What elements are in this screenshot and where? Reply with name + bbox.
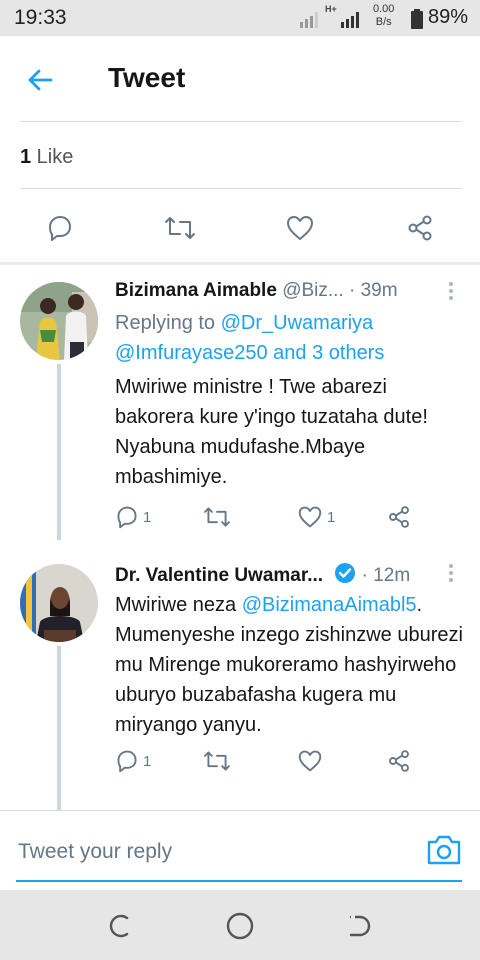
battery-level: 89% xyxy=(428,6,469,28)
reply-input-underline xyxy=(16,880,462,882)
verified-badge-icon xyxy=(335,563,356,583)
mention-link[interactable]: @BizimanaAimabl5 xyxy=(242,594,417,616)
tweet-time: · 39m xyxy=(349,280,398,301)
retweet-button[interactable] xyxy=(160,210,200,246)
camera-button[interactable] xyxy=(426,834,462,866)
home-icon xyxy=(226,912,254,940)
reply-count: 1 xyxy=(143,752,152,770)
tweet-time: · 12m xyxy=(361,565,411,586)
retweet-icon xyxy=(204,507,230,527)
reply-count: 1 xyxy=(143,508,152,526)
header: Tweet xyxy=(0,36,480,122)
reply-button[interactable]: 1 xyxy=(115,746,151,776)
camera-icon xyxy=(427,835,461,865)
divider xyxy=(20,188,462,189)
home-button[interactable] xyxy=(222,908,258,944)
system-nav-bar xyxy=(0,890,480,960)
like-icon xyxy=(287,216,313,240)
reply-icon xyxy=(117,506,137,529)
like-button[interactable] xyxy=(297,746,323,776)
reply-button[interactable] xyxy=(40,210,80,246)
back-nav-button[interactable] xyxy=(342,908,378,944)
retweet-button[interactable] xyxy=(203,746,231,776)
replying-to: Replying to @Dr_Uwamariya @Imfurayase250… xyxy=(115,312,385,364)
more-options-button[interactable] xyxy=(446,282,456,300)
like-icon xyxy=(298,750,322,772)
share-icon xyxy=(408,215,432,241)
reply-action-bar: 1 1 xyxy=(115,502,445,532)
retweet-icon xyxy=(204,751,230,771)
thread-line xyxy=(57,364,61,540)
share-button[interactable] xyxy=(387,746,411,776)
signal-strong-icon xyxy=(341,12,359,28)
reply-header: Dr. Valentine Uwamar... · 12m xyxy=(115,562,410,587)
reply-button[interactable]: 1 xyxy=(115,502,151,532)
author-handle: @Biz... xyxy=(282,280,344,301)
more-options-button[interactable] xyxy=(446,564,456,582)
reply-header: Bizimana Aimable @Biz... · 39m xyxy=(115,280,398,302)
recent-apps-button[interactable] xyxy=(102,908,138,944)
avatar-photo xyxy=(20,564,98,642)
status-bar: 19:33 H+ 0.00 B/s 89% xyxy=(0,0,480,36)
signal-icon xyxy=(300,12,318,28)
thread-line xyxy=(57,646,61,810)
recent-apps-icon xyxy=(109,914,129,938)
reply-action-bar: 1 xyxy=(115,746,445,776)
divider xyxy=(20,121,462,122)
like-button[interactable]: 1 xyxy=(297,502,335,532)
network-type: H+ xyxy=(325,4,337,14)
avatar[interactable] xyxy=(20,282,98,360)
likes-count[interactable]: 1 Like xyxy=(20,146,73,169)
share-icon xyxy=(389,750,409,772)
reply-composer: Tweet your reply xyxy=(0,810,480,890)
back-button[interactable] xyxy=(20,62,60,98)
section-separator xyxy=(0,262,480,265)
avatar[interactable] xyxy=(20,564,98,642)
mention-link[interactable]: @Dr_Uwamariya xyxy=(221,312,374,334)
page-title: Tweet xyxy=(108,62,186,93)
status-time: 19:33 xyxy=(14,6,67,29)
network-speed: 0.00 B/s xyxy=(373,3,395,28)
reply-tweet[interactable]: Bizimana Aimable @Biz... · 39m Replying … xyxy=(0,266,480,540)
back-nav-icon xyxy=(349,915,371,937)
reply-input[interactable]: Tweet your reply xyxy=(18,840,172,864)
like-icon xyxy=(298,506,322,528)
author-name: Dr. Valentine Uwamar... xyxy=(115,565,324,586)
retweet-icon xyxy=(165,217,195,239)
share-icon xyxy=(389,506,409,528)
mention-link[interactable]: @Imfurayase250 and 3 others xyxy=(115,342,384,364)
reply-tweet[interactable]: Dr. Valentine Uwamar... · 12m Mwiriwe ne… xyxy=(0,548,480,810)
battery-icon xyxy=(411,9,423,29)
tweet-text: Mwiriwe ministre ! Twe abarezi bakorera … xyxy=(115,376,428,488)
retweet-button[interactable] xyxy=(203,502,231,532)
arrow-left-icon xyxy=(28,69,53,91)
divider xyxy=(0,810,480,811)
tweet-text: Mwiriwe neza @BizimanaAimabl5. Mumenyesh… xyxy=(115,594,463,736)
share-button[interactable] xyxy=(387,502,411,532)
like-count: 1 xyxy=(327,508,336,526)
reply-icon xyxy=(49,216,71,241)
avatar-photo xyxy=(20,282,98,360)
reply-icon xyxy=(117,750,137,773)
like-button[interactable] xyxy=(280,210,320,246)
share-button[interactable] xyxy=(400,210,440,246)
tweet-action-bar xyxy=(0,200,480,256)
author-name: Bizimana Aimable xyxy=(115,280,277,301)
